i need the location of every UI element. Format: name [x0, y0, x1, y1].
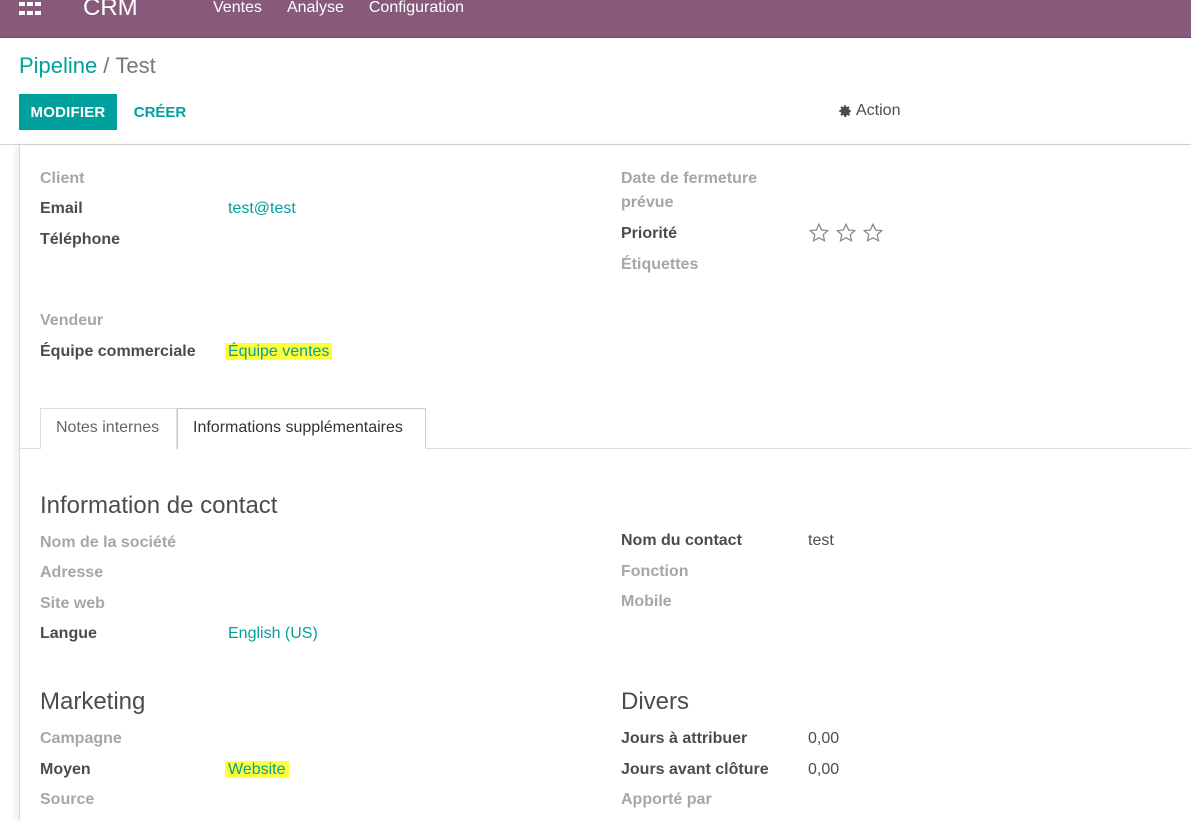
- email-label: Email: [40, 200, 83, 217]
- company-name-label: Nom de la société: [40, 534, 177, 551]
- breadcrumb-current: Test: [115, 53, 156, 78]
- menu-configuration[interactable]: Configuration: [369, 0, 464, 17]
- medium-label: Moyen: [40, 761, 91, 778]
- function-label: Fonction: [621, 563, 689, 580]
- close-date-label: Date de fermeture: [621, 170, 758, 187]
- menu-analyse[interactable]: Analyse: [287, 0, 344, 17]
- edit-button[interactable]: MODIFIER: [19, 94, 117, 130]
- contact-name-value[interactable]: test: [808, 532, 834, 550]
- sales-team-link[interactable]: Équipe ventes: [225, 343, 333, 360]
- days-to-assign-label: Jours à attribuer: [621, 730, 748, 747]
- tags-label: Étiquettes: [621, 256, 699, 273]
- website-label: Site web: [40, 595, 105, 612]
- address-label: Adresse: [40, 564, 104, 581]
- tab-notes-internes[interactable]: Notes internes: [40, 408, 177, 449]
- main-menu: Ventes Analyse Configuration: [213, 0, 489, 17]
- phone-label: Téléphone: [40, 231, 121, 248]
- priority-label: Priorité: [621, 225, 678, 242]
- action-label: Action: [856, 102, 901, 119]
- star-icon[interactable]: [808, 222, 830, 244]
- apps-grid-icon[interactable]: [19, 2, 41, 18]
- client-label: Client: [40, 170, 85, 187]
- contact-section-title: Information de contact: [40, 492, 278, 519]
- days-to-assign-value: 0,00: [808, 730, 840, 747]
- app-brand[interactable]: CRM: [83, 0, 138, 22]
- misc-section-title: Divers: [621, 688, 690, 715]
- action-dropdown[interactable]: Action: [838, 102, 900, 120]
- days-to-close-label: Jours avant clôture: [621, 761, 769, 778]
- breadcrumb-pipeline-link[interactable]: Pipeline: [19, 53, 97, 78]
- breadcrumb: Pipeline / Test: [19, 53, 156, 79]
- top-navbar: CRM Ventes Analyse Configuration: [0, 0, 1191, 38]
- medium-link[interactable]: Website: [225, 761, 289, 778]
- medium-value[interactable]: Website: [225, 761, 289, 779]
- source-label: Source: [40, 791, 95, 808]
- breadcrumb-separator: /: [103, 53, 110, 78]
- sales-team-label: Équipe commerciale: [40, 343, 196, 360]
- referred-by-label: Apporté par: [621, 791, 712, 808]
- star-icon[interactable]: [862, 222, 884, 244]
- menu-ventes[interactable]: Ventes: [213, 0, 262, 17]
- form-sheet: [19, 145, 1191, 821]
- gear-icon: [839, 105, 851, 117]
- star-icon[interactable]: [835, 222, 857, 244]
- sales-team-value[interactable]: Équipe ventes: [225, 343, 333, 361]
- days-to-close-value: 0,00: [808, 761, 840, 778]
- create-button[interactable]: CRÉER: [120, 94, 200, 130]
- language-label: Langue: [40, 625, 97, 642]
- priority-stars: [808, 222, 884, 244]
- tab-informations-supplementaires[interactable]: Informations supplémentaires: [177, 408, 426, 449]
- campaign-label: Campagne: [40, 730, 122, 747]
- marketing-section-title: Marketing: [40, 688, 146, 715]
- mobile-label: Mobile: [621, 593, 672, 610]
- salesperson-label: Vendeur: [40, 312, 104, 329]
- email-value[interactable]: test@test: [228, 200, 296, 218]
- language-value[interactable]: English (US): [228, 625, 318, 643]
- contact-name-label: Nom du contact: [621, 532, 742, 549]
- close-date-label-line2: prévue: [621, 194, 674, 211]
